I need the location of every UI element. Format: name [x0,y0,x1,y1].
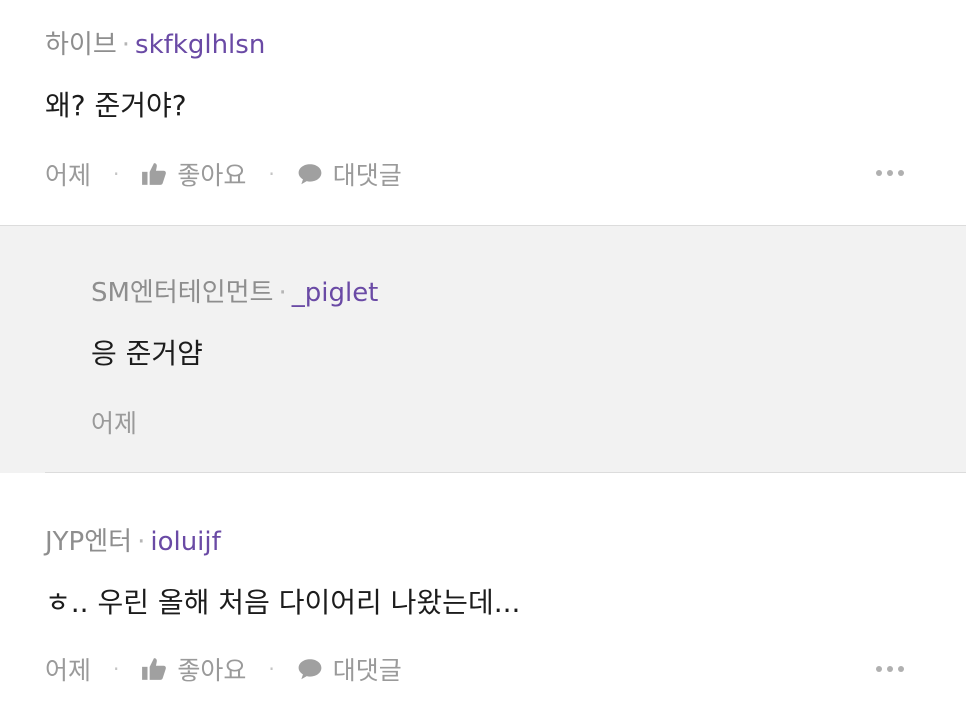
comment-item: 하이브 · skfkglhlsn 왜? 준거야? 어제 · 좋아요 · 대댓글 [0,0,966,226]
comment-author: 하이브 · skfkglhlsn [45,24,265,61]
comment-actions: 어제 · 좋아요 · 대댓글 [45,651,402,687]
like-label: 좋아요 [177,656,247,685]
meta-separator: · [121,30,131,60]
comment-time: 어제 [45,656,92,685]
more-dot [898,666,904,672]
thumbs-up-icon [142,658,167,680]
like-button[interactable]: 좋아요 [141,156,246,192]
author-agency: 하이브 [45,30,117,60]
author-agency: JYP엔터 [45,527,133,557]
reply-button[interactable]: 대댓글 [297,156,402,192]
meta-separator: · [278,278,287,308]
reply-time: 어제 [91,409,138,438]
reply-text: 응 준거얌 [91,337,203,370]
speech-bubble-icon [298,164,322,185]
like-button[interactable]: 좋아요 [141,651,246,687]
reply-actions: 어제 [91,404,137,440]
action-separator: · [268,657,275,681]
more-dot [876,666,882,672]
author-nickname[interactable]: ioluijf [150,527,220,557]
more-dot [898,170,904,176]
more-options-icon[interactable] [876,666,904,672]
author-nickname[interactable]: _piglet [292,278,379,308]
comment-text: 왜? 준거야? [45,89,187,122]
comment-author: JYP엔터 · ioluijf [45,521,221,558]
like-label: 좋아요 [177,161,247,190]
more-dot [887,170,893,176]
action-separator: · [113,657,120,681]
more-dot [887,666,893,672]
action-separator: · [113,162,120,186]
reply-item: SM엔터테인먼트 · _piglet 응 준거얌 어제 [0,226,966,473]
reply-label: 대댓글 [332,656,402,685]
speech-bubble-icon [298,659,322,680]
thumbs-up-icon [142,163,167,185]
author-nickname[interactable]: skfkglhlsn [135,30,265,60]
comment-text: ㅎ.. 우린 올해 처음 다이어리 나왔는데... [45,586,521,619]
comment-item: JYP엔터 · ioluijf ㅎ.. 우린 올해 처음 다이어리 나왔는데... … [0,473,966,705]
author-agency: SM엔터테인먼트 [91,278,274,308]
comment-time: 어제 [45,161,92,190]
meta-separator: · [137,527,146,557]
reply-label: 대댓글 [332,161,402,190]
action-separator: · [268,162,275,186]
more-options-icon[interactable] [876,170,904,176]
more-dot [876,170,882,176]
reply-author: SM엔터테인먼트 · _piglet [91,272,378,309]
comment-actions: 어제 · 좋아요 · 대댓글 [45,156,402,192]
reply-button[interactable]: 대댓글 [297,651,402,687]
